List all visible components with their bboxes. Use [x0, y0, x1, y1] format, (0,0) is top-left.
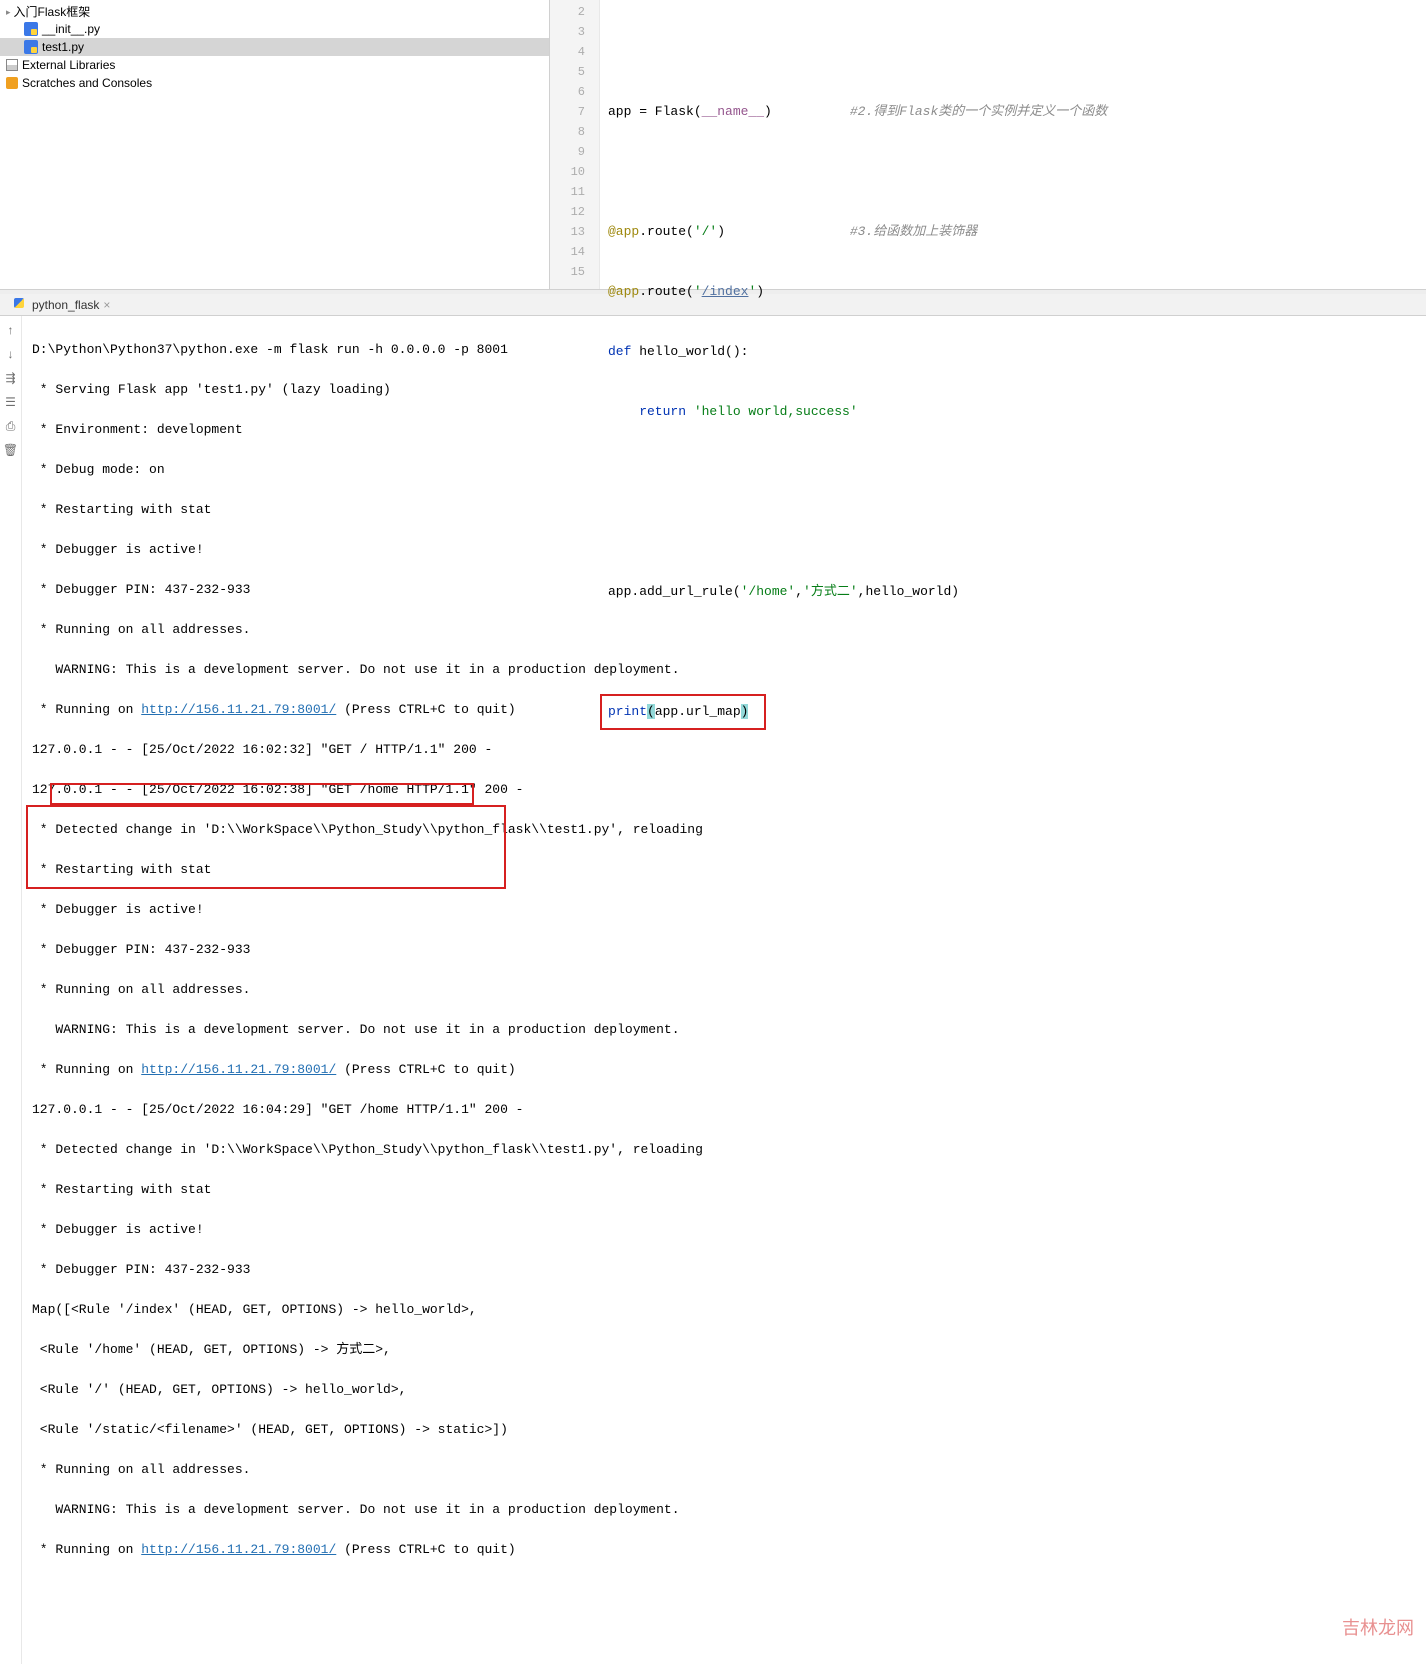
line-number: 10 [550, 162, 599, 182]
console-line: * Running on http://156.11.21.79:8001/ (… [32, 1060, 1420, 1080]
close-icon[interactable]: × [103, 298, 110, 312]
console-line: 127.0.0.1 - - [25/Oct/2022 16:02:38] "GE… [32, 780, 1420, 800]
console-line: * Restarting with stat [32, 500, 1420, 520]
console-line: * Restarting with stat [32, 1180, 1420, 1200]
run-toolbar: ↑ ↓ ⇶ ☰ ⎙ 🗑 [0, 316, 22, 1664]
console-line: <Rule '/static/<filename>' (HEAD, GET, O… [32, 1420, 1420, 1440]
wrap-icon[interactable]: ⇶ [3, 370, 19, 386]
line-number: 12 [550, 202, 599, 222]
console-line: * Detected change in 'D:\\WorkSpace\\Pyt… [32, 820, 1420, 840]
tree-label: External Libraries [22, 58, 115, 72]
run-config-tab[interactable]: python_flask × [8, 298, 116, 312]
console-line: <Rule '/home' (HEAD, GET, OPTIONS) -> 方式… [32, 1340, 1420, 1360]
console-line: * Debugger PIN: 437-232-933 [32, 940, 1420, 960]
code-line: @app.route('/index') [608, 282, 1426, 302]
line-number: 2 [550, 2, 599, 22]
console-line: * Restarting with stat [32, 860, 1420, 880]
python-file-icon [24, 40, 38, 54]
tree-label: __init__.py [42, 22, 100, 36]
console-line: * Running on http://156.11.21.79:8001/ (… [32, 1540, 1420, 1560]
tree-folder[interactable]: 入门Flask框架 [0, 2, 549, 20]
filter-icon[interactable]: ☰ [3, 394, 19, 410]
line-number: 4 [550, 42, 599, 62]
console-line: * Debug mode: on [32, 460, 1420, 480]
code-line: app = Flask(__name__) #2.得到Flask类的一个实例并定… [608, 102, 1426, 122]
run-tab-label: python_flask [32, 298, 99, 312]
code-line: @app.route('/') #3.给函数加上装饰器 [608, 222, 1426, 242]
console-line: * Running on all addresses. [32, 620, 1420, 640]
console-line: WARNING: This is a development server. D… [32, 1020, 1420, 1040]
line-number: 8 [550, 122, 599, 142]
tree-label: 入门Flask框架 [14, 3, 91, 20]
console-line: 127.0.0.1 - - [25/Oct/2022 16:04:29] "GE… [32, 1100, 1420, 1120]
console-line: * Debugger PIN: 437-232-933 [32, 1260, 1420, 1280]
print-icon[interactable]: ⎙ [3, 418, 19, 434]
console-line: WARNING: This is a development server. D… [32, 660, 1420, 680]
server-url-link[interactable]: http://156.11.21.79:8001/ [141, 1062, 336, 1077]
console-line: * Environment: development [32, 420, 1420, 440]
tree-scratches[interactable]: Scratches and Consoles [0, 74, 549, 92]
run-panel: python_flask × ↑ ↓ ⇶ ☰ ⎙ 🗑 D:\Python\Pyth… [0, 290, 1426, 1664]
server-url-link[interactable]: http://156.11.21.79:8001/ [141, 1542, 336, 1557]
code-line [608, 42, 1426, 62]
library-icon [6, 59, 18, 71]
console-line: * Running on http://156.11.21.79:8001/ (… [32, 700, 1420, 720]
upper-pane: 入门Flask框架 __init__.py test1.py External … [0, 0, 1426, 290]
watermark: 吉林龙网 [1342, 1620, 1414, 1640]
run-body: ↑ ↓ ⇶ ☰ ⎙ 🗑 D:\Python\Python37\python.ex… [0, 316, 1426, 1664]
project-tree[interactable]: 入门Flask框架 __init__.py test1.py External … [0, 0, 550, 289]
console-line: * Running on all addresses. [32, 1460, 1420, 1480]
line-number: 6 [550, 82, 599, 102]
console-line: <Rule '/' (HEAD, GET, OPTIONS) -> hello_… [32, 1380, 1420, 1400]
editor-gutter: 2 3 4 5 6 7 8 9 10 11 12 13 14 15 [550, 0, 600, 289]
code-area[interactable]: app = Flask(__name__) #2.得到Flask类的一个实例并定… [600, 0, 1426, 289]
tree-external-libraries[interactable]: External Libraries [0, 56, 549, 74]
console-line: WARNING: This is a development server. D… [32, 1500, 1420, 1520]
tree-file-test1[interactable]: test1.py [0, 38, 549, 56]
code-line [608, 162, 1426, 182]
console-line: Map([<Rule '/index' (HEAD, GET, OPTIONS)… [32, 1300, 1420, 1320]
line-number: 3 [550, 22, 599, 42]
ide-root: 入门Flask框架 __init__.py test1.py External … [0, 0, 1426, 1038]
scratch-icon [6, 77, 18, 89]
line-number: 7 [550, 102, 599, 122]
console-line: * Detected change in 'D:\\WorkSpace\\Pyt… [32, 1140, 1420, 1160]
line-number: 5 [550, 62, 599, 82]
console-line: * Debugger is active! [32, 900, 1420, 920]
console-line: * Serving Flask app 'test1.py' (lazy loa… [32, 380, 1420, 400]
python-run-icon [14, 298, 28, 312]
code-editor[interactable]: 2 3 4 5 6 7 8 9 10 11 12 13 14 15 app = … [550, 0, 1426, 289]
tree-label: test1.py [42, 40, 84, 54]
server-url-link[interactable]: http://156.11.21.79:8001/ [141, 702, 336, 717]
tree-file-init[interactable]: __init__.py [0, 20, 549, 38]
console-line: D:\Python\Python37\python.exe -m flask r… [32, 340, 1420, 360]
console-line: * Debugger PIN: 437-232-933 [32, 580, 1420, 600]
python-file-icon [24, 22, 38, 36]
console-output[interactable]: D:\Python\Python37\python.exe -m flask r… [22, 316, 1426, 1664]
console-line: * Running on all addresses. [32, 980, 1420, 1000]
line-number: 9 [550, 142, 599, 162]
line-number: 13 [550, 222, 599, 242]
line-number: 15 [550, 262, 599, 282]
console-line: 127.0.0.1 - - [25/Oct/2022 16:02:32] "GE… [32, 740, 1420, 760]
console-line: * Debugger is active! [32, 1220, 1420, 1240]
tree-label: Scratches and Consoles [22, 76, 152, 90]
line-number: 14 [550, 242, 599, 262]
arrow-down-icon[interactable]: ↓ [3, 346, 19, 362]
console-line: * Debugger is active! [32, 540, 1420, 560]
arrow-up-icon[interactable]: ↑ [3, 322, 19, 338]
folder-icon [6, 4, 14, 18]
trash-icon[interactable]: 🗑 [3, 442, 19, 458]
line-number: 11 [550, 182, 599, 202]
